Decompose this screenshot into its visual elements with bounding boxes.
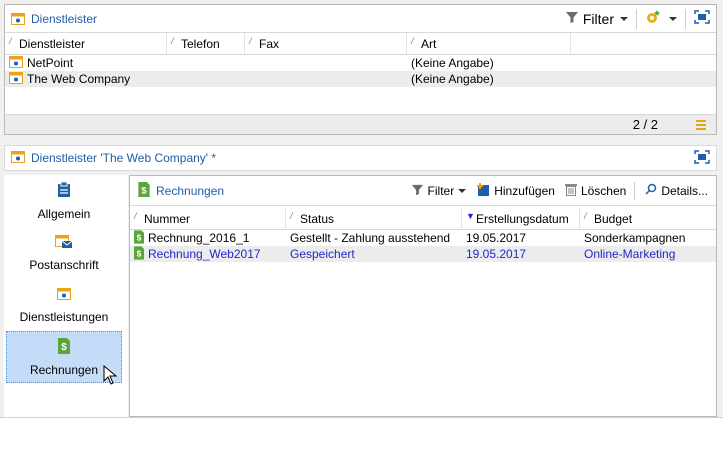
delete-invoice-button[interactable]: Löschen [564,182,627,199]
invoices-toolbar: $ Rechnungen Filter Hinzufügen Löschen D… [130,176,716,206]
funnel-icon [411,183,424,199]
invoice-icon: $ [134,229,144,247]
add-invoice-label: Hinzufügen [494,183,555,198]
filter-button[interactable]: Filter [565,10,628,27]
folder-icon [11,12,25,26]
trash-icon [564,182,577,199]
nav-item-dienstleistungen[interactable]: Dienstleistungen [6,279,122,331]
invoice-date: 19.05.2017 [466,247,527,261]
detail-panel-header: Dienstleister 'The Web Company' * [4,145,717,171]
invoices-grid-header: / Nummer / Status ▼ Erstellungsdatum / Budge… [130,208,716,230]
mouse-cursor-icon [103,364,118,388]
maximize-button[interactable] [694,149,710,167]
provider-icon [9,55,23,71]
invoice-icon: $ [58,337,70,357]
filter-label: Filter [582,10,614,27]
invoice-status: Gestellt - Zahlung ausstehend [290,231,451,245]
invoice-number: Rechnung_Web2017 [148,247,261,261]
svg-text:$: $ [61,342,67,353]
nav-item-postanschrift[interactable]: Postanschrift [6,227,122,279]
maximize-button[interactable] [694,10,710,27]
invoice-budget: Sonderkampagnen [584,231,686,245]
provider-name: The Web Company [27,72,131,86]
providers-grid-header: / Dienstleister / Telefon / Fax / Art [5,33,716,55]
mail-icon [55,234,73,252]
svg-text:$: $ [137,248,142,258]
providers-footer: 2 / 2 [5,114,716,134]
record-count: 2 / 2 [632,117,658,132]
add-icon [476,182,490,199]
table-row[interactable]: The Web Company (Keine Angabe) [5,71,716,87]
add-invoice-button[interactable]: Hinzufügen [476,182,555,199]
invoice-icon: $ [134,245,144,263]
nav-item-allgemein[interactable]: Allgemein [6,175,122,227]
chevron-down-icon [669,16,677,21]
actions-menu-button[interactable] [645,9,677,28]
providers-panel-title: Dienstleister [31,11,98,26]
gear-star-icon [645,9,663,28]
chevron-down-icon [458,188,467,193]
table-row[interactable]: $ Rechnung_2016_1 Gestellt - Zahlung aus… [130,229,716,247]
invoices-content: $ Rechnungen Filter Hinzufügen Löschen D… [129,175,717,417]
tab-rechnungen-label: Rechnungen [156,183,225,198]
details-label: Details... [661,183,708,198]
details-button[interactable]: Details... [645,183,708,198]
invoice-filter-button[interactable]: Filter [411,183,467,199]
funnel-icon [565,10,579,27]
magnifier-icon [645,183,657,198]
column-header-dienstleister[interactable]: / Dienstleister [5,33,167,54]
detail-panel-title: Dienstleister 'The Web Company' * [31,151,217,165]
delete-invoice-label: Löschen [580,183,627,198]
providers-list-panel: Dienstleister Filter / Dienstleister / Tel… [4,4,717,135]
folder-icon [11,150,25,167]
invoice-date: 19.05.2017 [466,231,527,245]
invoice-icon: $ [138,181,150,200]
clipboard-icon [57,181,71,201]
column-header-status[interactable]: / Status [286,208,462,229]
invoice-status: Gespeichert [290,247,355,261]
chevron-down-icon [620,16,628,21]
table-row[interactable]: $ Rechnung_Web2017 Gespeichert 19.05.201… [130,245,716,263]
detail-side-nav: Allgemein Postanschrift Dienstleistungen… [4,175,128,417]
table-row[interactable]: NetPoint (Keine Angabe) [5,55,716,71]
invoice-filter-label: Filter [427,183,455,198]
window-bottom-area [0,417,723,450]
providers-panel-header: Dienstleister Filter [5,5,716,33]
invoice-budget: Online-Marketing [584,247,676,261]
invoice-number: Rechnung_2016_1 [148,231,250,245]
column-header-budget[interactable]: / Budget [580,208,716,229]
provider-icon [9,71,23,87]
column-header-art[interactable]: / Art [407,33,571,54]
tab-rechnungen[interactable]: $ Rechnungen [138,181,225,200]
svg-text:$: $ [137,232,142,242]
column-header-fax[interactable]: / Fax [245,33,407,54]
column-header-nummer[interactable]: / Nummer [130,208,286,229]
service-icon [57,287,71,304]
provider-name: NetPoint [27,56,74,70]
provider-art: (Keine Angabe) [411,72,494,86]
maximize-icon [694,10,710,27]
provider-art: (Keine Angabe) [411,56,494,70]
provider-detail-panel: Dienstleister 'The Web Company' * Allgem… [4,145,717,417]
svg-text:$: $ [141,185,147,195]
list-options-icon[interactable] [696,119,706,130]
column-header-telefon[interactable]: / Telefon [167,33,245,54]
column-header-erstellungsdatum[interactable]: ▼ Erstellungsdatum [462,208,580,229]
maximize-icon [694,149,710,167]
